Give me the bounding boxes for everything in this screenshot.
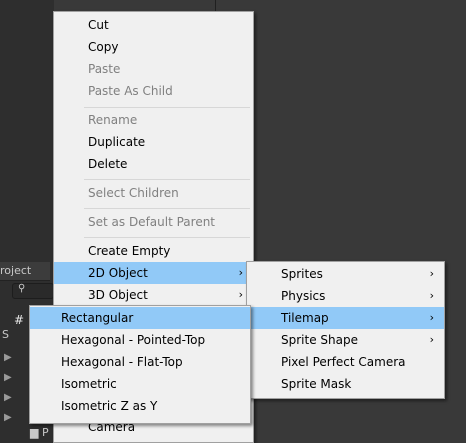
- chevron-right-icon: ›: [238, 288, 243, 301]
- menu-item-isometric[interactable]: Isometric: [30, 373, 250, 395]
- menu-item-label: 2D Object: [88, 266, 148, 280]
- tree-expand-icon[interactable]: ▶: [4, 392, 12, 403]
- menu-item-rename[interactable]: Rename: [54, 109, 253, 131]
- submenu-tilemap: Rectangular Hexagonal - Pointed-Top Hexa…: [29, 305, 251, 424]
- chevron-right-icon: ›: [429, 311, 434, 324]
- menu-item-3d-object[interactable]: 3D Object ›: [54, 284, 253, 306]
- folder-icon: ▆: [30, 426, 39, 439]
- chevron-right-icon: ›: [429, 333, 434, 346]
- chevron-right-icon: ›: [238, 266, 243, 279]
- tree-hash-label: #: [14, 313, 25, 327]
- menu-item-sprite-mask[interactable]: Sprite Mask: [247, 373, 444, 395]
- menu-item-label: Tilemap: [281, 311, 329, 325]
- menu-separator: [84, 179, 250, 180]
- menu-item-set-default-parent[interactable]: Set as Default Parent: [54, 211, 253, 233]
- tree-expand-icon[interactable]: ▶: [4, 412, 12, 423]
- menu-item-select-children[interactable]: Select Children: [54, 182, 253, 204]
- menu-item-label: Sprites: [281, 267, 323, 281]
- menu-item-isometric-z-as-y[interactable]: Isometric Z as Y: [30, 395, 250, 417]
- submenu-2d-object: Sprites › Physics › Tilemap › Sprite Sha…: [246, 261, 445, 399]
- menu-item-cut[interactable]: Cut: [54, 14, 253, 36]
- menu-item-sprites[interactable]: Sprites ›: [247, 263, 444, 285]
- tree-expand-icon[interactable]: ▶: [4, 352, 12, 363]
- menu-item-2d-object[interactable]: 2D Object ›: [54, 262, 253, 284]
- menu-item-pixel-perfect-camera[interactable]: Pixel Perfect Camera: [247, 351, 444, 373]
- project-tab[interactable]: roject: [0, 262, 50, 281]
- menu-item-physics[interactable]: Physics ›: [247, 285, 444, 307]
- chevron-right-icon: ›: [429, 267, 434, 280]
- search-input[interactable]: ⚲: [12, 283, 54, 299]
- menu-item-delete[interactable]: Delete: [54, 153, 253, 175]
- menu-item-copy[interactable]: Copy: [54, 36, 253, 58]
- menu-item-hexagonal-flat-top[interactable]: Hexagonal - Flat-Top: [30, 351, 250, 373]
- menu-item-label: Sprite Shape: [281, 333, 358, 347]
- chevron-right-icon: ›: [429, 289, 434, 302]
- menu-separator: [84, 208, 250, 209]
- search-icon: ⚲: [18, 283, 26, 294]
- menu-separator: [84, 107, 250, 108]
- menu-item-label: Physics: [281, 289, 326, 303]
- menu-item-label: 3D Object: [88, 288, 148, 302]
- menu-item-create-empty[interactable]: Create Empty: [54, 240, 253, 262]
- menu-item-hexagonal-pointed-top[interactable]: Hexagonal - Pointed-Top: [30, 329, 250, 351]
- folder-item[interactable]: ▆ P: [30, 426, 49, 439]
- tree-item-label[interactable]: S: [2, 328, 9, 341]
- tree-expand-icon[interactable]: ▶: [4, 372, 12, 383]
- menu-item-paste[interactable]: Paste: [54, 58, 253, 80]
- menu-item-sprite-shape[interactable]: Sprite Shape ›: [247, 329, 444, 351]
- menu-item-duplicate[interactable]: Duplicate: [54, 131, 253, 153]
- menu-item-paste-as-child[interactable]: Paste As Child: [54, 80, 253, 102]
- menu-separator: [84, 237, 250, 238]
- menu-item-rectangular[interactable]: Rectangular: [30, 307, 250, 329]
- folder-label: P: [41, 426, 49, 439]
- menu-item-tilemap[interactable]: Tilemap ›: [247, 307, 444, 329]
